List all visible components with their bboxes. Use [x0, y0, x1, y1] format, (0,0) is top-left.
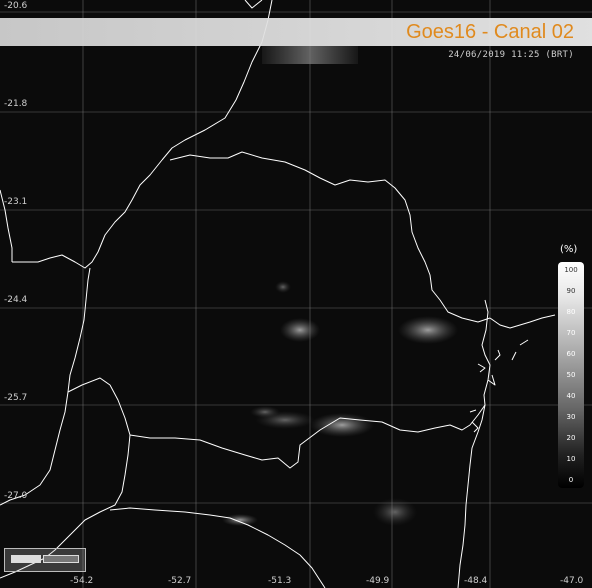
- colorbar-tick: 80: [566, 308, 576, 316]
- latitude-label: -20.6: [4, 1, 28, 11]
- latitude-label: -21.8: [4, 99, 28, 109]
- colorbar-tick: 30: [566, 413, 576, 421]
- longitude-label: -49.9: [366, 576, 390, 586]
- longitude-label: -48.4: [464, 576, 488, 586]
- latitude-label: -24.4: [4, 295, 28, 305]
- colorbar-tick: 90: [566, 287, 576, 295]
- colorbar-tick: 0: [568, 476, 574, 484]
- product-title: Goes16 - Canal 02: [406, 21, 574, 43]
- longitude-label: -47.0: [560, 576, 584, 586]
- colorbar-unit: (%): [560, 244, 578, 255]
- colorbar-tick: 10: [566, 455, 576, 463]
- longitude-label: -52.7: [168, 576, 192, 586]
- map-scale-bar: [4, 548, 86, 572]
- longitude-label: -51.3: [268, 576, 292, 586]
- banner-shade: [262, 46, 358, 64]
- scale-segment: [43, 555, 79, 563]
- latitude-label: -25.7: [4, 393, 28, 403]
- colorbar-tick: 100: [564, 266, 578, 274]
- image-timestamp: 24/06/2019 11:25 (BRT): [448, 50, 574, 60]
- colorbar-tick: 60: [566, 350, 576, 358]
- latitude-label: -23.1: [4, 197, 28, 207]
- colorbar-tick: 40: [566, 392, 576, 400]
- longitude-label: -54.2: [70, 576, 94, 586]
- colorbar-tick: 50: [566, 371, 576, 379]
- map-background: [0, 0, 592, 588]
- colorbar-tick: 70: [566, 329, 576, 337]
- scale-segment: [11, 555, 41, 563]
- satellite-map[interactable]: [0, 0, 592, 588]
- latitude-label: -27.0: [4, 491, 28, 501]
- colorbar-tick: 20: [566, 434, 576, 442]
